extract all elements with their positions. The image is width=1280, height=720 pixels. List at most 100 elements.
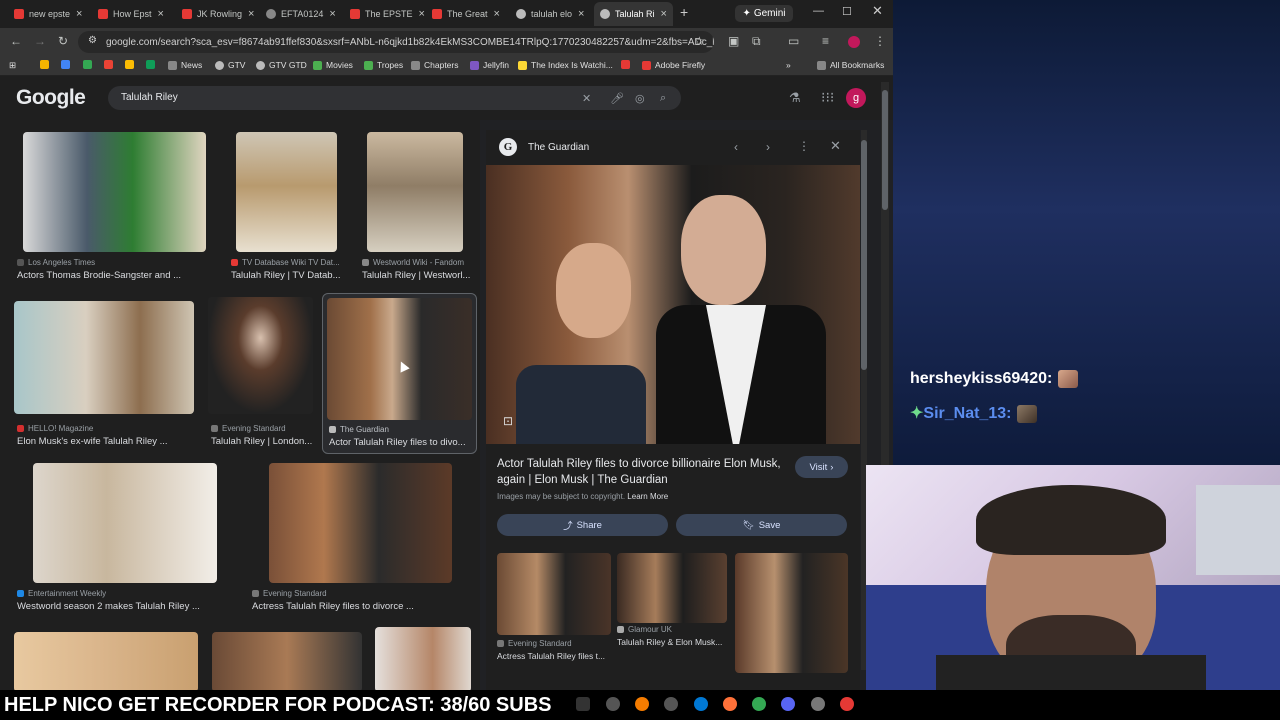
bookmark-star-icon[interactable]: ☆ <box>694 34 705 48</box>
tab-the-epstein[interactable]: The EPSTE × <box>350 4 425 24</box>
selected-result[interactable]: The Guardian Actor Talulah Riley files t… <box>322 293 477 454</box>
tab-jk-rowling[interactable]: JK Rowling × <box>182 4 254 24</box>
labs-icon[interactable]: ⚗ <box>789 90 801 106</box>
bookmark-chapters[interactable]: Chapters <box>411 60 459 70</box>
result-caption[interactable]: Talulah Riley | TV Datab... <box>231 270 341 281</box>
bookmark-item[interactable] <box>83 60 96 69</box>
close-tab-icon[interactable]: × <box>158 8 164 20</box>
minimize-icon[interactable]: — <box>813 5 824 17</box>
gemini-button[interactable]: ✦ Gemini <box>735 5 793 22</box>
bookmark-item[interactable] <box>104 60 117 69</box>
taskbar-app-icon[interactable] <box>606 697 620 711</box>
image-result[interactable] <box>212 632 362 690</box>
close-window-icon[interactable]: ✕ <box>872 3 883 19</box>
more-options-icon[interactable]: ⋮ <box>798 139 810 153</box>
bookmark-item[interactable] <box>621 60 634 69</box>
result-caption[interactable]: Westworld season 2 makes Talulah Riley .… <box>17 601 227 612</box>
reload-icon[interactable]: ↻ <box>58 34 68 48</box>
forward-icon[interactable]: → <box>34 34 46 48</box>
bookmark-index[interactable]: The Index Is Watchi... <box>518 60 613 70</box>
close-tab-icon[interactable]: × <box>661 8 667 20</box>
lens-icon[interactable]: ◎ <box>635 92 645 105</box>
bookmark-item[interactable] <box>125 60 138 69</box>
apps-icon[interactable]: ⊞ <box>9 60 16 71</box>
close-tab-icon[interactable]: × <box>248 8 254 20</box>
scrollbar-thumb[interactable] <box>882 90 888 210</box>
scrollbar-thumb[interactable] <box>861 140 867 370</box>
previous-icon[interactable]: ‹ <box>734 140 738 154</box>
preview-image[interactable]: ⊡ <box>486 165 860 444</box>
bookmark-adobe-firefly[interactable]: Adobe Firefly <box>642 60 705 70</box>
chrome-icon[interactable] <box>752 697 766 711</box>
image-result[interactable] <box>14 301 194 414</box>
bookmark-news[interactable]: News <box>168 60 202 70</box>
related-caption[interactable]: Actress Talulah Riley files t... <box>497 651 609 661</box>
close-preview-icon[interactable]: ✕ <box>830 138 841 154</box>
search-icon[interactable]: ⌕ <box>660 92 666 105</box>
result-caption[interactable]: Elon Musk's ex-wife Talulah Riley ... <box>17 436 202 447</box>
tab-talulah-riley[interactable]: Talulah Ri × <box>594 2 673 26</box>
sidebar-icon[interactable]: ▭ <box>788 34 799 48</box>
google-logo[interactable]: Google <box>16 86 86 110</box>
search-input[interactable]: Talulah Riley <box>108 86 681 110</box>
result-caption[interactable]: Actor Talulah Riley files to divo... <box>329 437 471 448</box>
tab-the-great[interactable]: The Great × <box>432 4 500 24</box>
preview-source[interactable]: The Guardian <box>528 142 589 153</box>
preview-title[interactable]: Actor Talulah Riley files to divorce bil… <box>497 456 787 488</box>
related-image[interactable] <box>735 553 848 673</box>
close-tab-icon[interactable]: × <box>76 8 82 20</box>
image-result[interactable] <box>236 132 337 252</box>
image-result[interactable] <box>208 297 313 414</box>
image-result[interactable] <box>327 298 472 420</box>
menu-icon[interactable]: ⋮ <box>874 34 886 48</box>
share-button[interactable]: ⤴ Share <box>497 514 668 536</box>
taskbar-app-icon[interactable] <box>576 697 590 711</box>
microphone-icon[interactable]: 🎤︎ <box>610 92 624 105</box>
firefox-icon[interactable] <box>723 697 737 711</box>
profile-icon[interactable] <box>848 36 860 48</box>
bookmark-movies[interactable]: Movies <box>313 60 353 70</box>
discord-icon[interactable] <box>781 697 795 711</box>
media-icon[interactable]: ≡ <box>822 34 829 48</box>
clear-icon[interactable]: ✕ <box>582 92 591 105</box>
next-icon[interactable]: › <box>766 140 770 154</box>
related-image[interactable] <box>617 553 727 623</box>
bookmark-tropes[interactable]: Tropes <box>364 60 403 70</box>
extension-icon[interactable]: ▣ <box>728 34 739 48</box>
settings-icon[interactable] <box>811 697 825 711</box>
result-caption[interactable]: Talulah Riley | Westworl... <box>362 270 472 281</box>
bookmark-item[interactable] <box>61 60 74 69</box>
bookmark-item[interactable] <box>146 60 159 69</box>
related-image[interactable] <box>497 553 611 635</box>
image-result[interactable] <box>367 132 463 252</box>
save-button[interactable]: 🔖︎ Save <box>676 514 847 536</box>
taskbar-app-icon[interactable] <box>664 697 678 711</box>
bookmarks-overflow-icon[interactable]: » <box>786 60 791 70</box>
site-info-icon[interactable]: ⚙ <box>88 35 97 46</box>
bookmark-item[interactable] <box>40 60 53 69</box>
result-caption[interactable]: Talulah Riley | London... <box>211 436 316 447</box>
related-caption[interactable]: Talulah Riley & Elon Musk... <box>617 637 727 647</box>
tab-new-epstein[interactable]: new epste × <box>14 4 82 24</box>
image-result[interactable] <box>33 463 217 583</box>
tab-how-epstein[interactable]: How Epst × <box>98 4 164 24</box>
bookmark-gtv-gtd[interactable]: GTV GTD <box>256 60 307 70</box>
result-caption[interactable]: Actors Thomas Brodie-Sangster and ... <box>17 270 207 281</box>
apps-grid-icon[interactable]: ⁝⁝⁝ <box>821 89 834 106</box>
close-tab-icon[interactable]: × <box>578 8 584 20</box>
lens-search-icon[interactable]: ⊡ <box>503 414 513 428</box>
result-caption[interactable]: Actress Talulah Riley files to divorce .… <box>252 601 452 612</box>
bookmark-jellyfin[interactable]: Jellyfin <box>470 60 509 70</box>
close-tab-icon[interactable]: × <box>494 8 500 20</box>
edge-icon[interactable] <box>694 697 708 711</box>
puzzle-icon[interactable]: ⧉ <box>752 34 761 49</box>
bookmark-gtv[interactable]: GTV <box>215 60 245 70</box>
avatar[interactable]: g <box>846 88 866 108</box>
image-result[interactable] <box>23 132 206 252</box>
all-bookmarks[interactable]: All Bookmarks <box>817 60 884 70</box>
learn-more-link[interactable]: Learn More <box>627 492 668 501</box>
image-result[interactable] <box>14 632 198 690</box>
new-tab-button[interactable]: + <box>680 4 688 20</box>
image-result[interactable] <box>375 627 471 690</box>
close-tab-icon[interactable]: × <box>329 8 335 20</box>
